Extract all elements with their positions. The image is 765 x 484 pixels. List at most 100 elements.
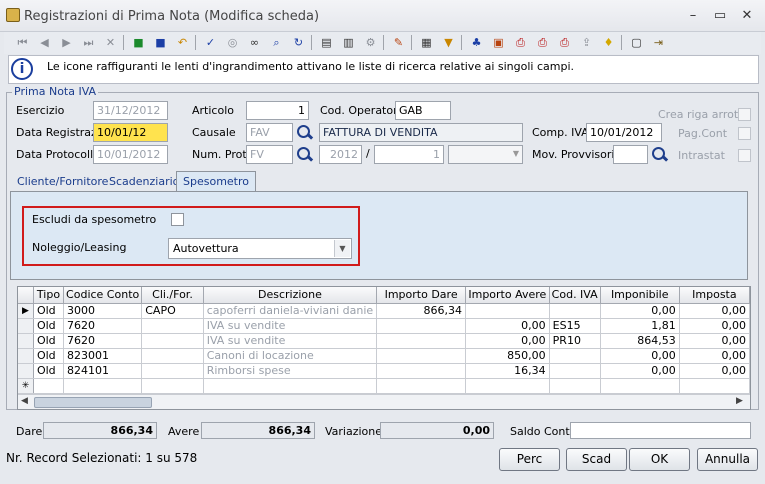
maximize-button[interactable]: ▭	[710, 6, 730, 26]
table-row[interactable]: ✳	[18, 378, 750, 394]
grid-cell-iva[interactable]	[549, 348, 601, 364]
column-header[interactable]: Imposta	[679, 287, 750, 304]
grid-cell-conto[interactable]: 3000	[63, 303, 143, 319]
grid-cell-dare[interactable]	[376, 348, 467, 364]
grid-cell-conto[interactable]: 823001	[63, 348, 143, 364]
scad-button[interactable]: Scad	[566, 448, 627, 471]
num-prot-field[interactable]: FV	[246, 145, 293, 164]
ok-button[interactable]: OK	[629, 448, 690, 471]
num-prot-search-icon[interactable]	[295, 146, 313, 164]
column-header[interactable]: Imponibile	[600, 287, 680, 304]
users-icon[interactable]: ♣	[468, 34, 485, 51]
grid-cell-imponibile[interactable]	[600, 378, 680, 394]
grid-cell-imponibile[interactable]: 0,00	[600, 348, 680, 364]
pag-cont-checkbox[interactable]	[738, 127, 751, 140]
zoom-icon[interactable]: ⌕	[268, 34, 285, 51]
scroll-right-icon[interactable]: ▶	[736, 396, 743, 406]
data-protocollo-field[interactable]: 10/01/2012	[93, 145, 168, 164]
grid-cell-conto[interactable]	[63, 378, 143, 394]
print-preview-icon[interactable]: ⎙	[534, 34, 551, 51]
undo-icon[interactable]: ↶	[174, 34, 191, 51]
next-record-icon[interactable]: ▶	[58, 34, 75, 51]
grid-cell-imposta[interactable]: 0,00	[679, 348, 750, 364]
filter-icon[interactable]: ▼	[440, 34, 457, 51]
crea-riga-checkbox[interactable]	[738, 108, 751, 121]
row-selector[interactable]	[18, 333, 34, 349]
data-registrazione-field[interactable]: 10/01/12	[93, 123, 168, 142]
grid-cell-avere[interactable]: 0,00	[465, 318, 550, 334]
prot-suffix-select[interactable]: ▼	[448, 145, 523, 164]
grid-cell-dare[interactable]	[376, 333, 467, 349]
grid-cell-desc[interactable]: Canoni di locazione	[203, 348, 378, 364]
cod-operatore-field[interactable]: GAB	[395, 101, 451, 120]
causale-search-icon[interactable]	[295, 124, 313, 142]
noleggio-select[interactable]: Autovettura ▼	[168, 238, 352, 259]
grid-cell-conto[interactable]: 824101	[63, 363, 143, 379]
calendar-icon[interactable]: ▣	[490, 34, 507, 51]
binoculars-icon[interactable]: ∞	[246, 34, 263, 51]
minimize-button[interactable]: –	[683, 6, 703, 26]
prot-year-field[interactable]: 2012	[319, 145, 362, 164]
grid-cell-conto[interactable]: 7620	[63, 333, 143, 349]
grid-cell-dare[interactable]	[376, 318, 467, 334]
esercizio-field[interactable]: 31/12/2012	[93, 101, 168, 120]
edit-icon[interactable]: ✎	[390, 34, 407, 51]
idea-icon[interactable]: ♦	[600, 34, 617, 51]
grid-cell-iva[interactable]	[549, 363, 601, 379]
grid-cell-desc[interactable]: capoferri daniela-viviani danie	[203, 303, 378, 319]
grid-cell-desc[interactable]	[203, 378, 378, 394]
row-selector[interactable]: ▶	[18, 303, 34, 319]
save-as-icon[interactable]: ■	[152, 34, 169, 51]
tab-scadenziario[interactable]: Scadenziario	[103, 172, 185, 191]
column-header[interactable]: Codice Conto	[63, 287, 143, 304]
window-icon[interactable]: ▢	[628, 34, 645, 51]
prot-number-field[interactable]: 1	[374, 145, 444, 164]
prev-record-icon[interactable]: ◀	[36, 34, 53, 51]
grid-cell-clifor[interactable]	[141, 378, 204, 394]
row-selector[interactable]	[18, 348, 34, 364]
mov-provvisori-field[interactable]	[613, 145, 648, 164]
grid-cell-imposta[interactable]	[679, 378, 750, 394]
tab-cliente-fornitore[interactable]: Cliente/Fornitore	[11, 172, 114, 191]
grid-cell-iva[interactable]: PR10	[549, 333, 601, 349]
grid-cell-iva[interactable]	[549, 378, 601, 394]
table-row[interactable]: Old 823001 Canoni di locazione 850,00 0,00 0,…	[18, 348, 750, 364]
column-header[interactable]: Importo Avere	[465, 287, 550, 304]
grid-cell-imponibile[interactable]: 864,53	[600, 333, 680, 349]
chevron-down-icon[interactable]: ▼	[334, 240, 350, 257]
escludi-checkbox[interactable]	[171, 213, 184, 226]
row-selector[interactable]	[18, 363, 34, 379]
grid-cell-avere[interactable]: 0,00	[465, 333, 550, 349]
grid-cell-tipo[interactable]: Old	[33, 348, 65, 364]
annulla-button[interactable]: Annulla	[697, 448, 758, 471]
grid-cell-dare[interactable]	[376, 378, 467, 394]
intrastat-checkbox[interactable]	[738, 149, 751, 162]
grid-cell-conto[interactable]: 7620	[63, 318, 143, 334]
last-record-icon[interactable]: ⏭	[80, 34, 97, 51]
document-list-icon[interactable]: ▥	[340, 34, 357, 51]
grid-cell-tipo[interactable]	[33, 378, 65, 394]
scroll-thumb[interactable]	[34, 397, 152, 408]
grid-cell-imposta[interactable]: 0,00	[679, 303, 750, 319]
horizontal-scrollbar[interactable]: ◀ ▶	[18, 394, 750, 409]
grid-cell-tipo[interactable]: Old	[33, 303, 65, 319]
print-icon[interactable]: ⎙	[512, 34, 529, 51]
column-header[interactable]: Cod. IVA	[549, 287, 601, 304]
grid-cell-tipo[interactable]: Old	[33, 363, 65, 379]
grid-cell-tipo[interactable]: Old	[33, 318, 65, 334]
column-header[interactable]: Tipo	[33, 287, 65, 304]
table-icon[interactable]: ▦	[418, 34, 435, 51]
grid-cell-imponibile[interactable]: 0,00	[600, 303, 680, 319]
globe-icon[interactable]: ◎	[224, 34, 241, 51]
grid-cell-clifor[interactable]	[141, 348, 204, 364]
grid-cell-clifor[interactable]	[141, 318, 204, 334]
table-row[interactable]: Old 7620 IVA su vendite 0,00 ES15 1,81 0,00	[18, 318, 750, 334]
grid-cell-clifor[interactable]	[141, 333, 204, 349]
scroll-left-icon[interactable]: ◀	[21, 396, 28, 406]
comp-iva-field[interactable]: 10/01/2012	[586, 123, 662, 142]
table-row[interactable]: Old 7620 IVA su vendite 0,00 PR10 864,53 0,00	[18, 333, 750, 349]
refresh-search-icon[interactable]: ↻	[290, 34, 307, 51]
grid-cell-imponibile[interactable]: 1,81	[600, 318, 680, 334]
settings-icon[interactable]: ⚙	[362, 34, 379, 51]
articolo-field[interactable]: 1	[246, 101, 309, 120]
